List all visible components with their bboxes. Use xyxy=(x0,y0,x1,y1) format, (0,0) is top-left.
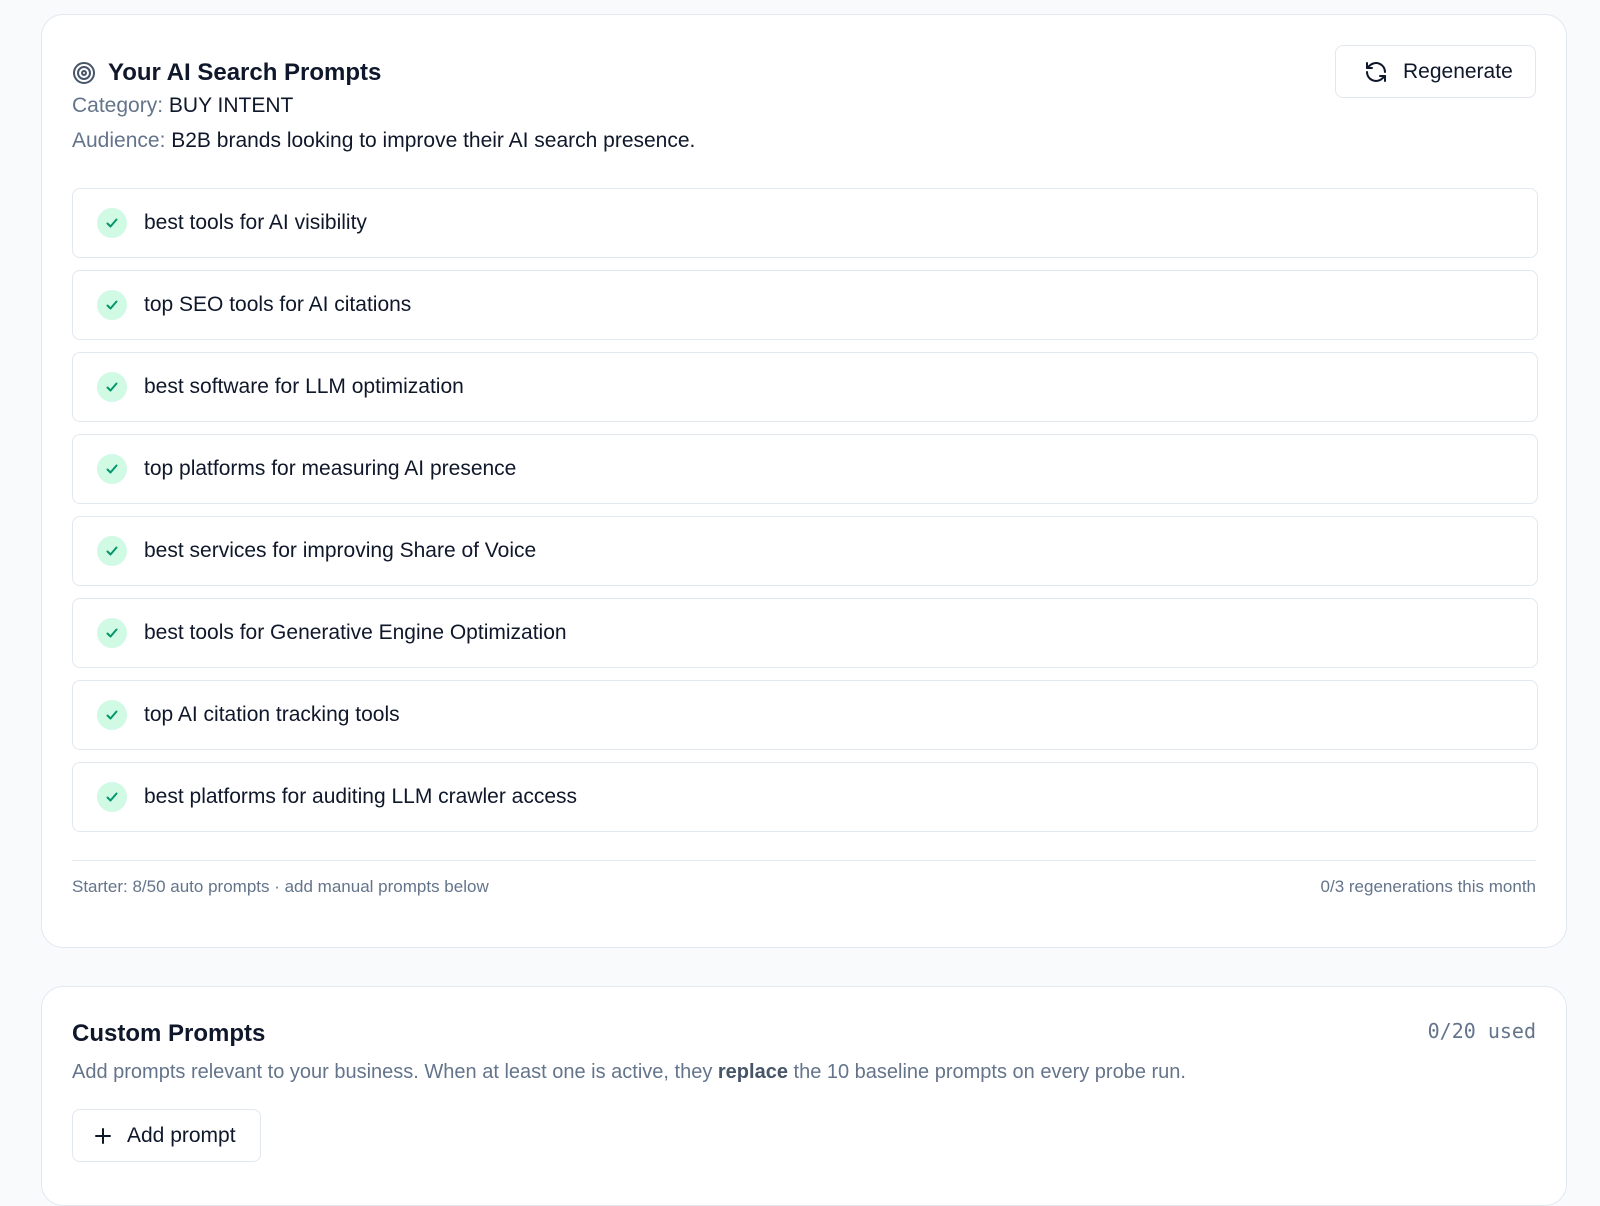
prompt-text: best platforms for auditing LLM crawler … xyxy=(144,785,578,808)
custom-prompts-card: Custom Prompts 0/20 used Add prompts rel… xyxy=(41,986,1567,1206)
prompt-text: best tools for AI visibility xyxy=(144,211,367,234)
prompt-item: best platforms for auditing LLM crawler … xyxy=(72,762,1538,832)
prompt-item: top SEO tools for AI citations xyxy=(72,270,1538,340)
regenerate-button[interactable]: Regenerate xyxy=(1335,45,1536,98)
description-text-end: the 10 baseline prompts on every probe r… xyxy=(787,1061,1186,1083)
check-icon xyxy=(97,782,127,812)
add-prompt-label: Add prompt xyxy=(127,1123,236,1147)
prompt-text: top SEO tools for AI citations xyxy=(144,293,412,316)
category-key: Category: xyxy=(72,94,164,117)
check-icon xyxy=(97,290,127,320)
prompt-item: best tools for Generative Engine Optimiz… xyxy=(72,598,1538,668)
prompt-text: top platforms for measuring AI presence xyxy=(144,457,517,480)
regenerate-label: Regenerate xyxy=(1403,59,1513,83)
audience-key: Audience: xyxy=(72,129,166,152)
target-icon xyxy=(73,62,95,84)
check-icon xyxy=(97,372,127,402)
ai-prompts-card: Your AI Search Prompts Regenerate Catego… xyxy=(41,14,1567,948)
plus-icon xyxy=(95,1127,111,1144)
prompt-item: top AI citation tracking tools xyxy=(72,680,1538,750)
check-icon xyxy=(97,208,127,238)
prompt-text: top AI citation tracking tools xyxy=(144,703,400,726)
custom-usage-counter: 0/20 used xyxy=(1427,1019,1536,1043)
check-icon xyxy=(97,700,127,730)
check-icon xyxy=(97,618,127,648)
description-text-start: Add prompts relevant to your business. W… xyxy=(72,1061,718,1083)
check-icon xyxy=(97,454,127,484)
category-line: Category: BUY INTENT xyxy=(72,94,293,118)
divider xyxy=(72,860,1536,861)
custom-prompts-description: Add prompts relevant to your business. W… xyxy=(72,1061,1186,1084)
prompt-item: best tools for AI visibility xyxy=(72,188,1538,258)
category-value: BUY INTENT xyxy=(168,94,294,117)
prompt-list: best tools for AI visibility top SEO tool… xyxy=(72,188,1538,844)
regeneration-count-text: 0/3 regenerations this month xyxy=(1320,877,1536,896)
prompt-text: best tools for Generative Engine Optimiz… xyxy=(144,621,567,644)
audience-value: B2B brands looking to improve their AI s… xyxy=(171,129,696,152)
ai-prompts-title: Your AI Search Prompts xyxy=(108,59,382,86)
prompt-item: top platforms for measuring AI presence xyxy=(72,434,1538,504)
prompt-text: best software for LLM optimization xyxy=(144,375,464,398)
ai-prompts-header: Your AI Search Prompts xyxy=(72,59,381,87)
add-prompt-button[interactable]: Add prompt xyxy=(72,1109,261,1162)
plan-usage-text: Starter: 8/50 auto prompts · add manual … xyxy=(72,877,489,896)
prompt-item: best services for improving Share of Voi… xyxy=(72,516,1538,586)
description-bold-replace: replace xyxy=(717,1061,788,1083)
audience-line: Audience: B2B brands looking to improve … xyxy=(72,129,695,153)
custom-prompts-title: Custom Prompts xyxy=(72,1020,266,1047)
refresh-icon xyxy=(1366,61,1386,82)
check-icon xyxy=(97,536,127,566)
prompt-item: best software for LLM optimization xyxy=(72,352,1538,422)
prompt-text: best services for improving Share of Voi… xyxy=(144,539,537,562)
